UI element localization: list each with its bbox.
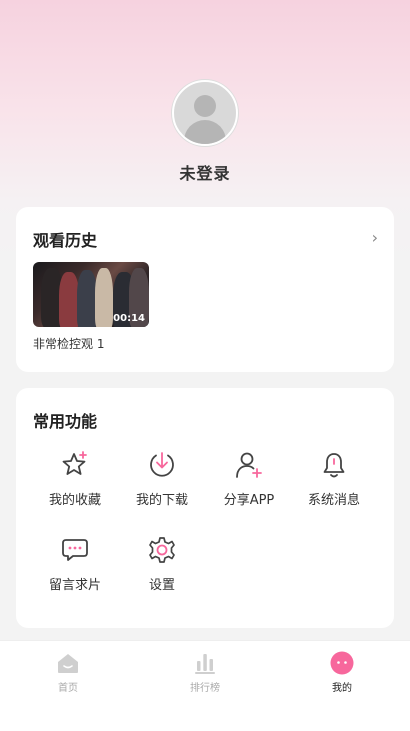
downloads-label: 我的下载 <box>135 493 188 508</box>
downloads-button[interactable]: 我的下载 <box>117 450 207 508</box>
tab-mine[interactable]: 我的 <box>302 651 382 694</box>
system-messages-button[interactable]: 系统消息 <box>289 450 379 508</box>
video-title[interactable]: 非常检控观 1 <box>33 335 104 352</box>
favorites-label: 我的收藏 <box>48 493 101 508</box>
tab-home-label: 首页 <box>58 683 78 694</box>
history-title: 观看历史 <box>33 231 98 250</box>
video-thumbnail[interactable]: 00:14 <box>33 262 149 327</box>
profile-header: 未登录 <box>0 80 410 184</box>
download-icon <box>150 452 174 477</box>
chat-bubble-icon <box>62 539 88 561</box>
tab-home[interactable]: 首页 <box>28 651 108 694</box>
functions-title: 常用功能 <box>33 412 98 431</box>
history-card: 观看历史 › 00:14 非常检控观 1 <box>16 207 394 372</box>
user-plus-icon <box>236 452 262 478</box>
gear-icon <box>149 537 175 563</box>
bell-icon <box>323 453 345 478</box>
share-app-label: 分享APP <box>223 493 275 508</box>
login-status[interactable]: 未登录 <box>0 160 410 184</box>
tab-mine-label: 我的 <box>332 683 352 694</box>
request-movie-label: 留言求片 <box>48 578 101 593</box>
tab-ranking-label: 排行榜 <box>190 683 220 694</box>
favorites-button[interactable]: 我的收藏 <box>30 450 120 508</box>
star-plus-icon <box>62 451 87 475</box>
avatar-body <box>184 120 226 144</box>
request-movie-button[interactable]: 留言求片 <box>30 535 120 593</box>
ranking-icon <box>195 654 215 674</box>
video-duration: 00:14 <box>113 313 145 324</box>
share-app-button[interactable]: 分享APP <box>204 450 294 508</box>
system-messages-label: 系统消息 <box>307 493 360 508</box>
settings-label: 设置 <box>148 578 175 593</box>
avatar[interactable] <box>172 80 238 146</box>
avatar-head <box>194 95 216 117</box>
functions-card: 常用功能 我的收藏 我的下载 分享APP 系统消息 留言求片 设置 <box>16 388 394 628</box>
bottom-tab-bar: 首页 排行榜 我的 <box>0 640 410 731</box>
settings-button[interactable]: 设置 <box>117 535 207 593</box>
home-icon <box>58 654 78 673</box>
chevron-right-icon[interactable]: › <box>372 228 378 247</box>
tab-ranking[interactable]: 排行榜 <box>165 651 245 694</box>
profile-face-icon <box>330 651 354 675</box>
